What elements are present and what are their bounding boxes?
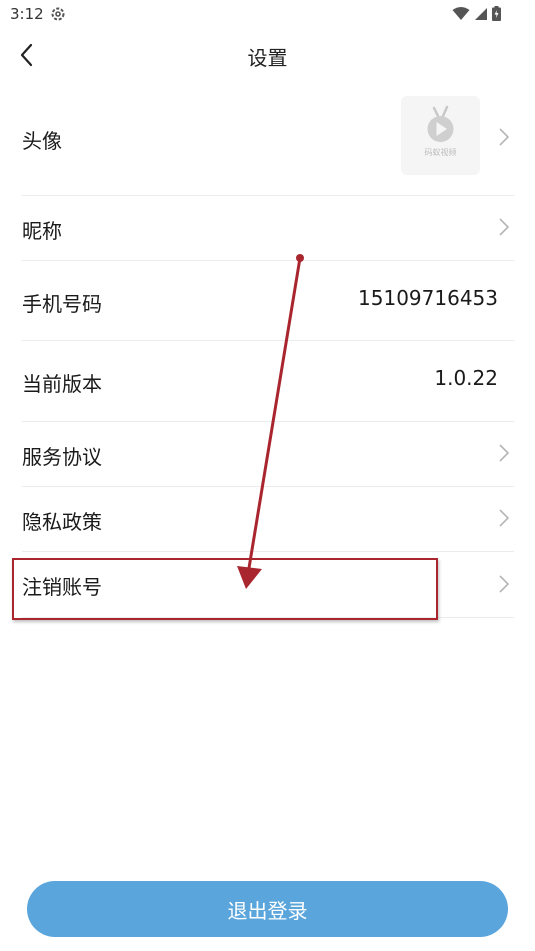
battery-icon xyxy=(492,6,501,21)
settings-gear-icon xyxy=(51,7,65,21)
wifi-icon xyxy=(452,6,470,20)
chevron-right-icon xyxy=(499,218,510,236)
settings-row-avatar[interactable]: 头像 码蚁视频 xyxy=(22,96,514,196)
signal-icon xyxy=(475,7,487,20)
page-title: 设置 xyxy=(247,46,288,70)
settings-row-nickname[interactable]: 昵称 xyxy=(22,195,514,261)
chevron-right-icon xyxy=(499,128,510,146)
settings-row-privacy-policy[interactable]: 隐私政策 xyxy=(22,486,514,552)
chevron-right-icon xyxy=(499,444,510,462)
status-time: 3:12 xyxy=(10,5,44,23)
status-icons xyxy=(452,6,501,21)
row-label: 隐私政策 xyxy=(22,510,102,534)
settings-row-delete-account[interactable]: 注销账号 xyxy=(22,551,514,618)
row-label: 手机号码 xyxy=(22,292,102,316)
logout-button[interactable]: 退出登录 xyxy=(27,881,508,937)
avatar[interactable]: 码蚁视频 xyxy=(401,96,480,175)
status-bar: 3:12 xyxy=(0,0,535,30)
settings-row-service-agreement[interactable]: 服务协议 xyxy=(22,421,514,487)
row-label: 头像 xyxy=(22,129,62,153)
logout-button-label: 退出登录 xyxy=(227,898,308,923)
app-logo-icon xyxy=(427,105,454,142)
row-label: 服务协议 xyxy=(22,445,102,469)
nav-bar: 设置 xyxy=(0,30,535,80)
version-value: 1.0.22 xyxy=(434,366,498,390)
settings-row-phone: 手机号码 15109716453 xyxy=(22,260,514,341)
phone-number-value: 15109716453 xyxy=(358,286,498,310)
settings-row-version: 当前版本 1.0.22 xyxy=(22,340,514,422)
chevron-right-icon xyxy=(499,575,510,593)
row-label: 注销账号 xyxy=(22,575,102,599)
row-label: 昵称 xyxy=(22,219,62,243)
row-label: 当前版本 xyxy=(22,372,102,396)
chevron-right-icon xyxy=(499,509,510,527)
avatar-caption: 码蚁视频 xyxy=(424,148,457,157)
